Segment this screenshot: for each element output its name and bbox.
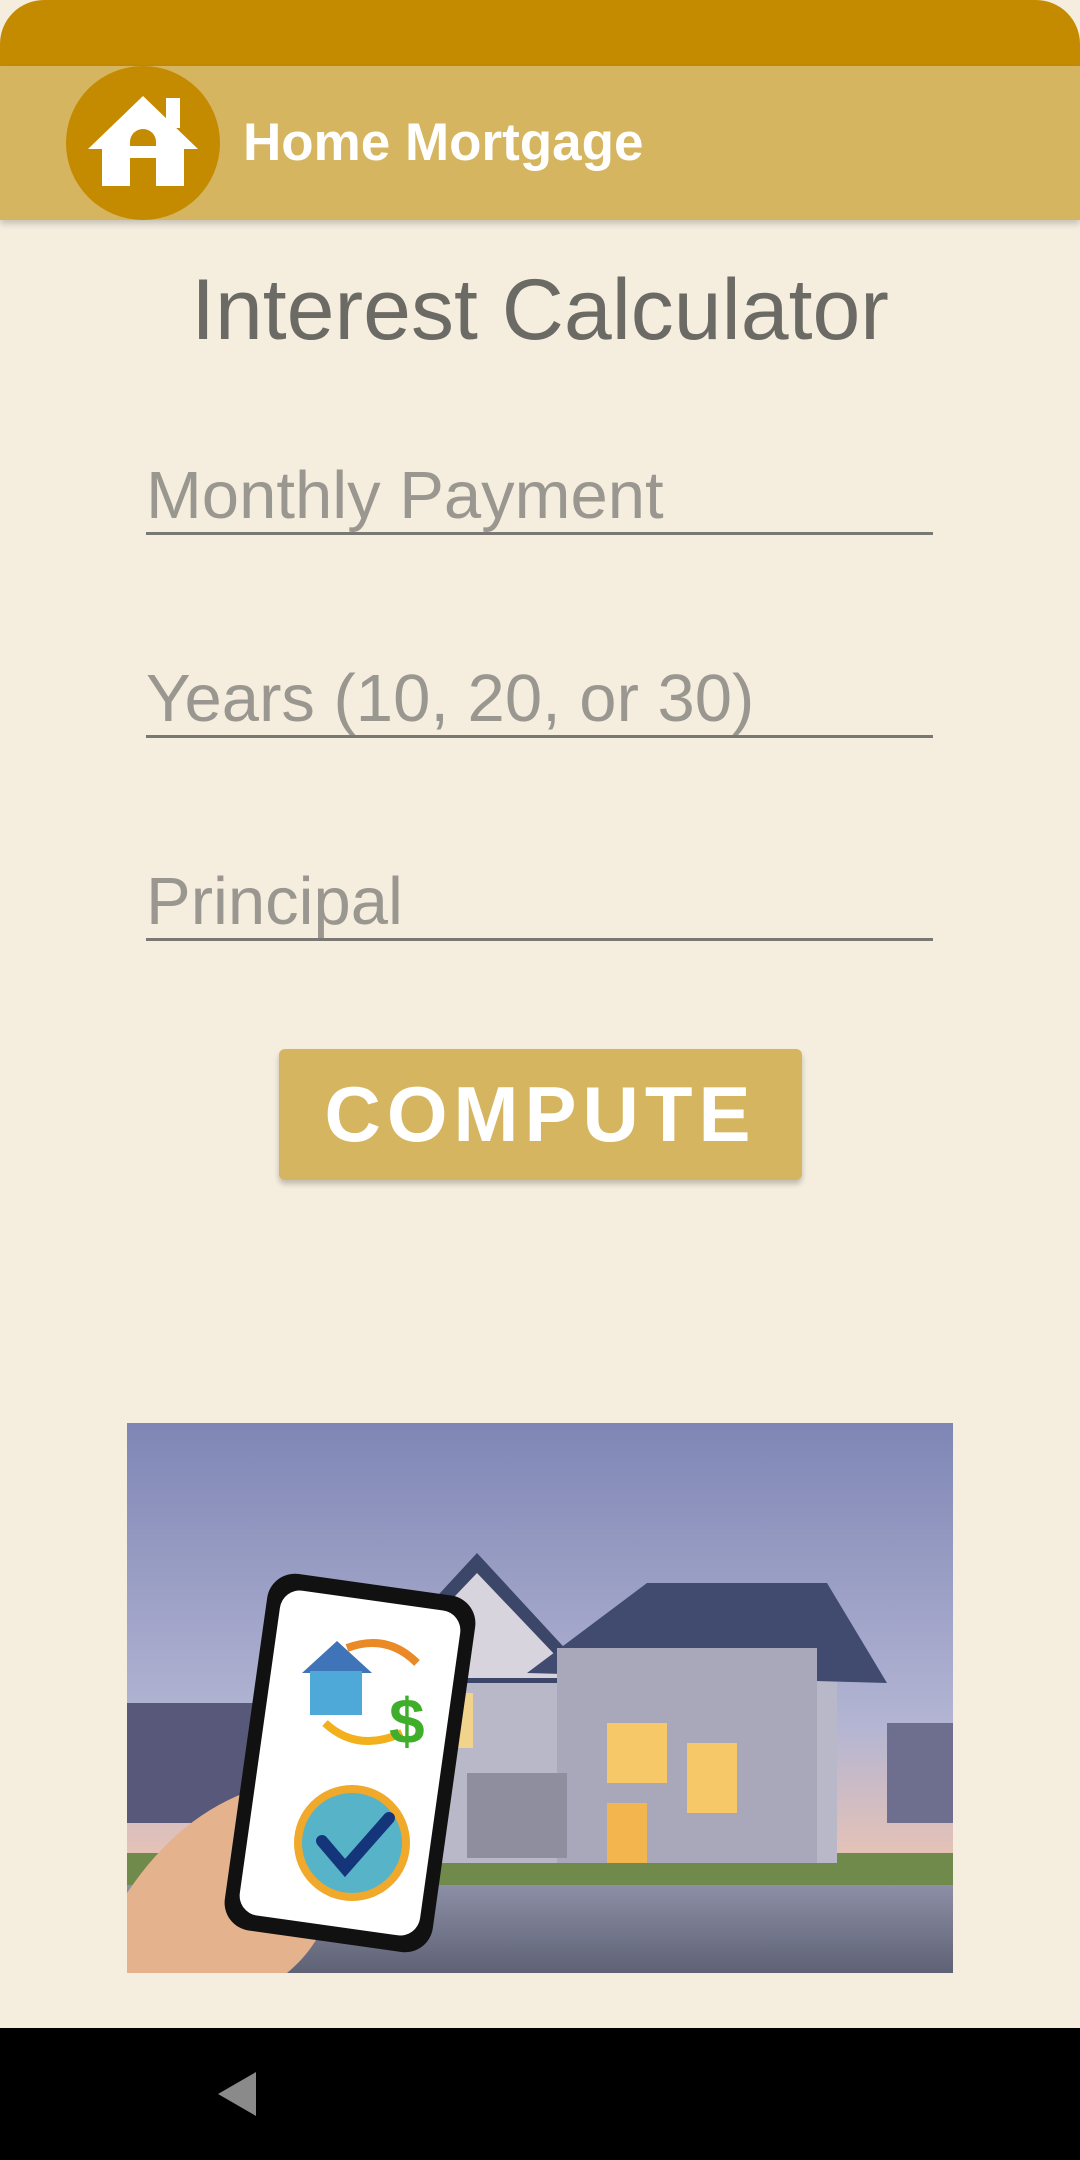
nav-bar <box>0 2028 1080 2160</box>
compute-button[interactable]: COMPUTE <box>279 1049 802 1180</box>
back-triangle-icon[interactable] <box>212 2068 264 2120</box>
years-input[interactable] <box>146 661 933 738</box>
app-logo <box>66 66 220 220</box>
dollar-sign-icon: $ <box>389 1685 425 1757</box>
principal-input[interactable] <box>146 864 933 941</box>
page-title: Interest Calculator <box>191 262 889 358</box>
app-bar: Home Mortgage <box>0 66 1080 220</box>
house-photo: $ <box>127 1423 953 1973</box>
status-bar <box>0 0 1080 66</box>
app-title: Home Mortgage <box>243 113 644 172</box>
home-icon <box>88 96 198 186</box>
monthly-payment-input[interactable] <box>146 458 933 535</box>
